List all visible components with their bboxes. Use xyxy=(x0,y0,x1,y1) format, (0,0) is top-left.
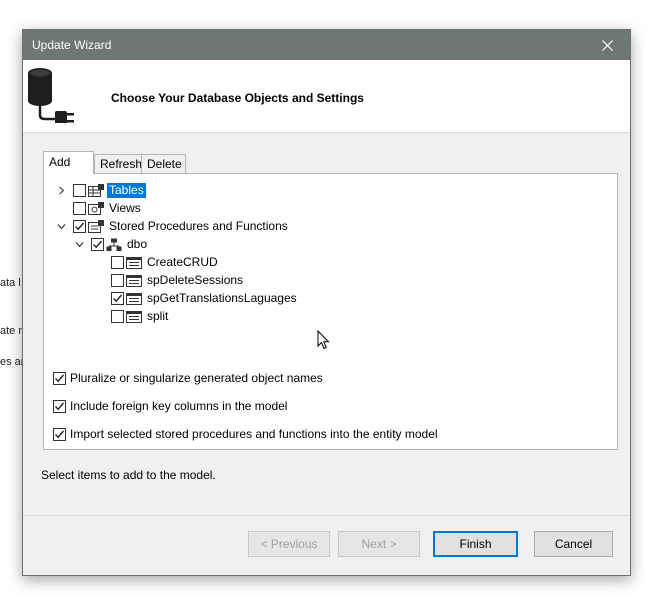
background-text-fragment: es ar xyxy=(0,356,25,368)
pluralize-checkbox[interactable] xyxy=(53,371,66,385)
tables-checkbox[interactable] xyxy=(73,184,86,197)
window-title: Update Wizard xyxy=(32,38,112,52)
foreign-key-option[interactable]: Include foreign key columns in the model xyxy=(53,399,287,413)
views-icon xyxy=(88,201,104,215)
close-button[interactable] xyxy=(584,30,630,60)
chevron-down-icon xyxy=(57,224,65,230)
views-checkbox[interactable] xyxy=(73,202,86,215)
procedure-checkbox[interactable] xyxy=(111,274,124,287)
stored-procedures-label[interactable]: Stored Procedures and Functions xyxy=(107,219,290,234)
status-text: Select items to add to the model. xyxy=(41,468,216,482)
tree-node-procedure[interactable]: split xyxy=(111,308,170,325)
pluralize-label[interactable]: Pluralize or singularize generated objec… xyxy=(70,371,323,385)
procedure-checkbox[interactable] xyxy=(111,256,124,269)
dbo-label[interactable]: dbo xyxy=(125,237,149,252)
database-plug-icon xyxy=(28,68,74,123)
tab-delete[interactable]: Delete xyxy=(141,154,186,173)
tree-node-procedure[interactable]: CreateCRUD xyxy=(111,254,220,271)
views-label[interactable]: Views xyxy=(107,201,143,216)
background-text-fragment: ata l xyxy=(0,277,21,289)
add-tab-panel: Tables Views Stored Procedures and Funct… xyxy=(43,173,618,450)
tree-node-procedure[interactable]: spGetTranslationsLaguages xyxy=(111,290,299,307)
procedure-label[interactable]: spGetTranslationsLaguages xyxy=(145,291,299,306)
checkmark-icon xyxy=(75,222,85,231)
checkmark-icon xyxy=(55,402,65,410)
wizard-header: Choose Your Database Objects and Setting… xyxy=(23,60,630,133)
checkmark-icon xyxy=(55,374,65,382)
mouse-cursor-icon xyxy=(317,330,330,350)
dbo-checkbox[interactable] xyxy=(91,238,104,251)
next-button[interactable]: Next > xyxy=(338,531,420,557)
tree-node-dbo[interactable]: dbo xyxy=(73,236,149,253)
collapse-dbo-toggle[interactable] xyxy=(73,236,85,253)
tree-node-stored-procedures[interactable]: Stored Procedures and Functions xyxy=(55,218,290,235)
schema-icon xyxy=(106,238,122,251)
tree-node-procedure[interactable]: spDeleteSessions xyxy=(111,272,245,289)
procedure-icon xyxy=(126,256,142,269)
tree-node-tables[interactable]: Tables xyxy=(55,182,146,199)
tree-node-views[interactable]: Views xyxy=(73,200,143,217)
foreign-key-checkbox[interactable] xyxy=(53,399,66,413)
procedure-label[interactable]: CreateCRUD xyxy=(145,255,220,270)
tables-label[interactable]: Tables xyxy=(107,183,146,198)
procedure-icon xyxy=(126,310,142,323)
close-icon xyxy=(601,39,613,51)
tab-refresh[interactable]: Refresh xyxy=(94,154,142,173)
collapse-procedures-toggle[interactable] xyxy=(55,218,67,235)
foreign-key-label[interactable]: Include foreign key columns in the model xyxy=(70,399,287,413)
background-text-fragment: ate n xyxy=(0,325,25,337)
expand-tables-toggle[interactable] xyxy=(55,182,67,199)
stored-procedures-icon xyxy=(88,219,104,233)
procedure-checkbox[interactable] xyxy=(111,292,124,305)
tables-icon xyxy=(88,183,104,197)
previous-button[interactable]: < Previous xyxy=(248,531,330,557)
pluralize-option[interactable]: Pluralize or singularize generated objec… xyxy=(53,371,323,385)
procedure-checkbox[interactable] xyxy=(111,310,124,323)
procedure-label[interactable]: spDeleteSessions xyxy=(145,273,245,288)
import-procedures-option[interactable]: Import selected stored procedures and fu… xyxy=(53,427,438,441)
update-wizard-dialog: Update Wizard Choose Your Database Objec… xyxy=(22,29,631,576)
procedures-checkbox[interactable] xyxy=(73,220,86,233)
procedure-label[interactable]: split xyxy=(145,309,170,324)
procedure-icon xyxy=(126,274,142,287)
chevron-down-icon xyxy=(75,242,83,248)
footer-divider xyxy=(23,515,630,516)
import-procedures-label[interactable]: Import selected stored procedures and fu… xyxy=(70,427,438,441)
procedure-icon xyxy=(126,292,142,305)
chevron-right-icon xyxy=(58,186,64,195)
import-procedures-checkbox[interactable] xyxy=(53,427,66,441)
checkmark-icon xyxy=(113,294,123,303)
tab-add[interactable]: Add xyxy=(43,151,94,174)
page-title: Choose Your Database Objects and Setting… xyxy=(111,91,364,105)
title-bar[interactable]: Update Wizard xyxy=(23,30,630,60)
checkmark-icon xyxy=(93,240,103,249)
cancel-button[interactable]: Cancel xyxy=(534,531,613,557)
finish-button[interactable]: Finish xyxy=(433,531,518,557)
checkmark-icon xyxy=(55,430,65,438)
